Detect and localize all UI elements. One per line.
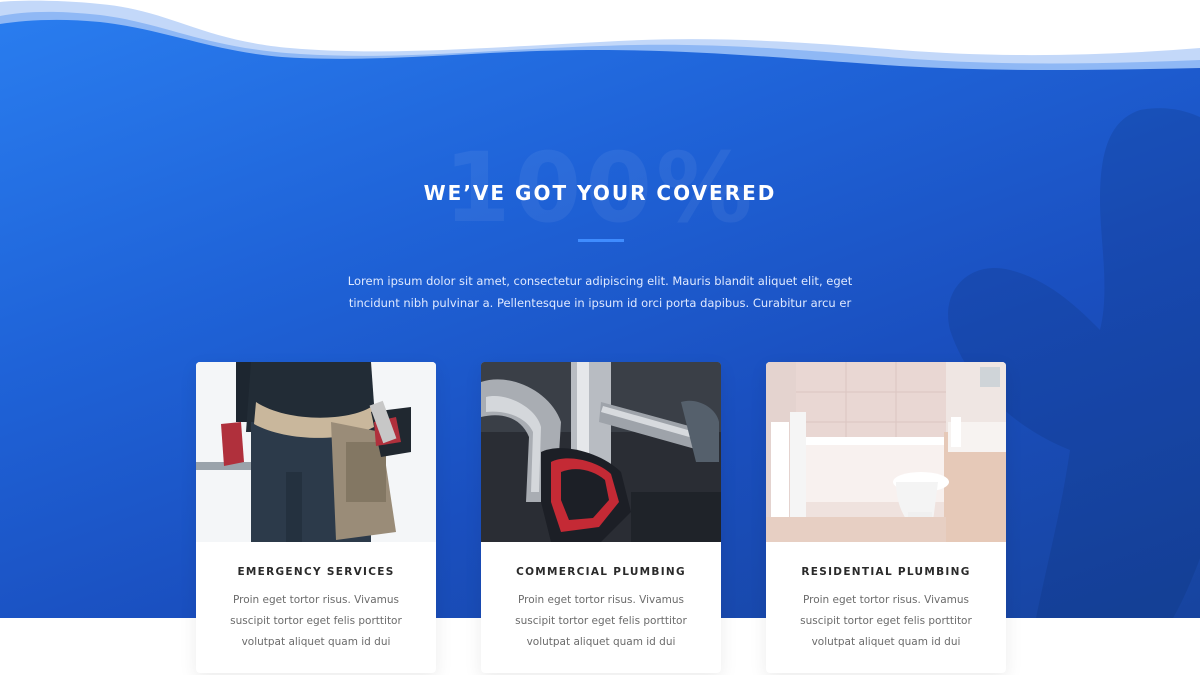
wrench-on-pipe-photo xyxy=(481,362,721,542)
service-card-commercial[interactable]: COMMERCIAL PLUMBING Proin eget tortor ri… xyxy=(481,362,721,673)
card-title: EMERGENCY SERVICES xyxy=(237,566,395,578)
card-title: COMMERCIAL PLUMBING xyxy=(516,566,686,578)
top-wave-divider xyxy=(0,0,1200,70)
bathroom-photo xyxy=(766,362,1006,542)
section-intro: Lorem ipsum dolor sit amet, consectetur … xyxy=(347,274,853,310)
plumber-tool-belt-photo xyxy=(196,362,436,542)
service-card-residential[interactable]: RESIDENTIAL PLUMBING Proin eget tortor r… xyxy=(766,362,1006,673)
card-title: RESIDENTIAL PLUMBING xyxy=(801,566,971,578)
title-divider xyxy=(578,239,624,242)
service-card-emergency[interactable]: EMERGENCY SERVICES Proin eget tortor ris… xyxy=(196,362,436,673)
card-description: Proin eget tortor risus. Vivamus suscipi… xyxy=(800,594,972,648)
service-cards: EMERGENCY SERVICES Proin eget tortor ris… xyxy=(196,362,1006,674)
card-description: Proin eget tortor risus. Vivamus suscipi… xyxy=(515,594,687,648)
card-description: Proin eget tortor risus. Vivamus suscipi… xyxy=(230,594,402,648)
services-page: 100% WE’VE GOT YOUR COVERED Lorem ipsum … xyxy=(0,0,1200,675)
section-title: WE’VE GOT YOUR COVERED xyxy=(423,181,777,205)
